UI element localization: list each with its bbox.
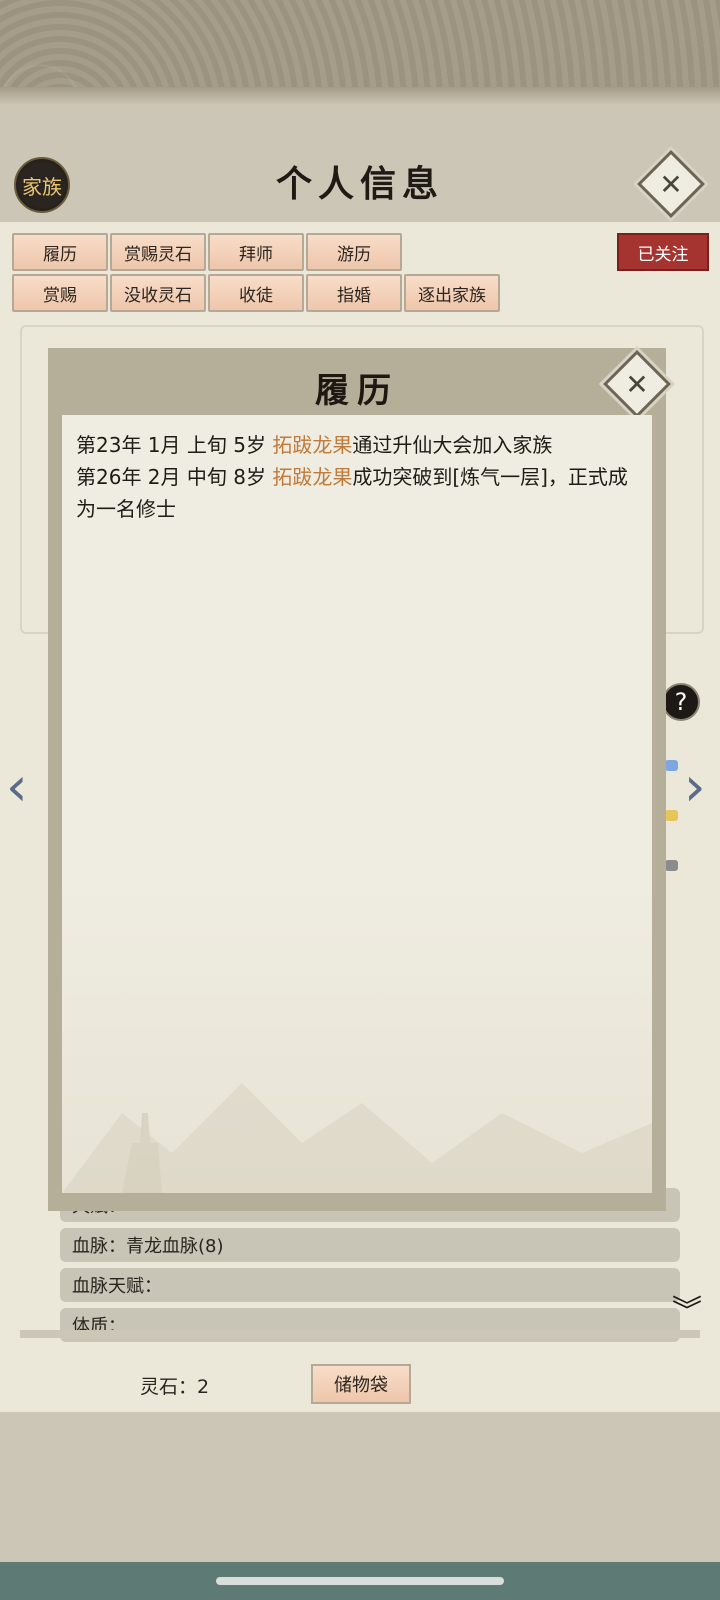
history-content: 第23年 1月 上旬 5岁 拓跋龙果通过升仙大会加入家族 第26年 2月 中旬 … <box>62 415 652 1193</box>
bottom-area <box>0 1412 720 1562</box>
history-modal: 履历 ✕ 第23年 1月 上旬 5岁 拓跋龙果通过升仙大会加入家族 第26年 2… <box>48 348 671 1211</box>
status-dot-yellow <box>665 810 678 821</box>
tab-arrange-marriage[interactable]: 指婚 <box>306 274 402 312</box>
tab-expel[interactable]: 逐出家族 <box>404 274 500 312</box>
entry-character-name[interactable]: 拓跋龙果 <box>272 465 352 489</box>
tab-apprentice[interactable]: 拜师 <box>208 233 304 271</box>
tab-confiscate-stones[interactable]: 没收灵石 <box>110 274 206 312</box>
history-entry: 第26年 2月 中旬 8岁 拓跋龙果成功突破到[炼气一层]，正式成为一名修士 <box>76 461 636 525</box>
chevron-right-icon[interactable]: › <box>684 755 706 818</box>
modal-title: 履历 <box>315 371 399 411</box>
chevron-left-icon[interactable]: ‹ <box>6 755 28 818</box>
home-indicator[interactable] <box>216 1577 504 1585</box>
tab-reward[interactable]: 赏赐 <box>12 274 108 312</box>
tab-reward-stones[interactable]: 赏赐灵石 <box>110 233 206 271</box>
double-chevron-down-icon[interactable]: ︾ <box>672 1297 702 1327</box>
entry-character-name[interactable]: 拓跋龙果 <box>272 433 352 457</box>
entry-text: 通过升仙大会加入家族 <box>352 433 553 457</box>
entry-date: 第23年 1月 上旬 5岁 <box>76 433 273 457</box>
history-entry: 第23年 1月 上旬 5岁 拓跋龙果通过升仙大会加入家族 <box>76 429 636 461</box>
status-dot-blue <box>665 760 678 771</box>
page-title: 个人信息 <box>275 163 444 205</box>
followed-button[interactable]: 已关注 <box>617 233 709 271</box>
tab-travel[interactable]: 游历 <box>306 233 402 271</box>
top-decoration <box>0 0 720 105</box>
spirit-stones-count: 灵石：2 <box>140 1376 210 1398</box>
entry-date: 第26年 2月 中旬 8岁 <box>76 465 273 489</box>
history-list: 第23年 1月 上旬 5岁 拓跋龙果通过升仙大会加入家族 第26年 2月 中旬 … <box>76 429 636 525</box>
close-icon: ✕ <box>659 167 683 201</box>
divider <box>20 1330 700 1338</box>
bloodline-talent-row: 血脉天赋： <box>60 1268 680 1302</box>
storage-bag-button[interactable]: 储物袋 <box>311 1364 411 1404</box>
close-icon: ✕ <box>625 367 649 401</box>
mountain-watermark <box>62 1083 652 1193</box>
bloodline-row: 血脉：青龙血脉(8) <box>60 1228 680 1262</box>
help-icon[interactable]: ? <box>662 683 700 721</box>
tab-history[interactable]: 履历 <box>12 233 108 271</box>
status-dot-gray <box>665 860 678 871</box>
tab-take-disciple[interactable]: 收徒 <box>208 274 304 312</box>
